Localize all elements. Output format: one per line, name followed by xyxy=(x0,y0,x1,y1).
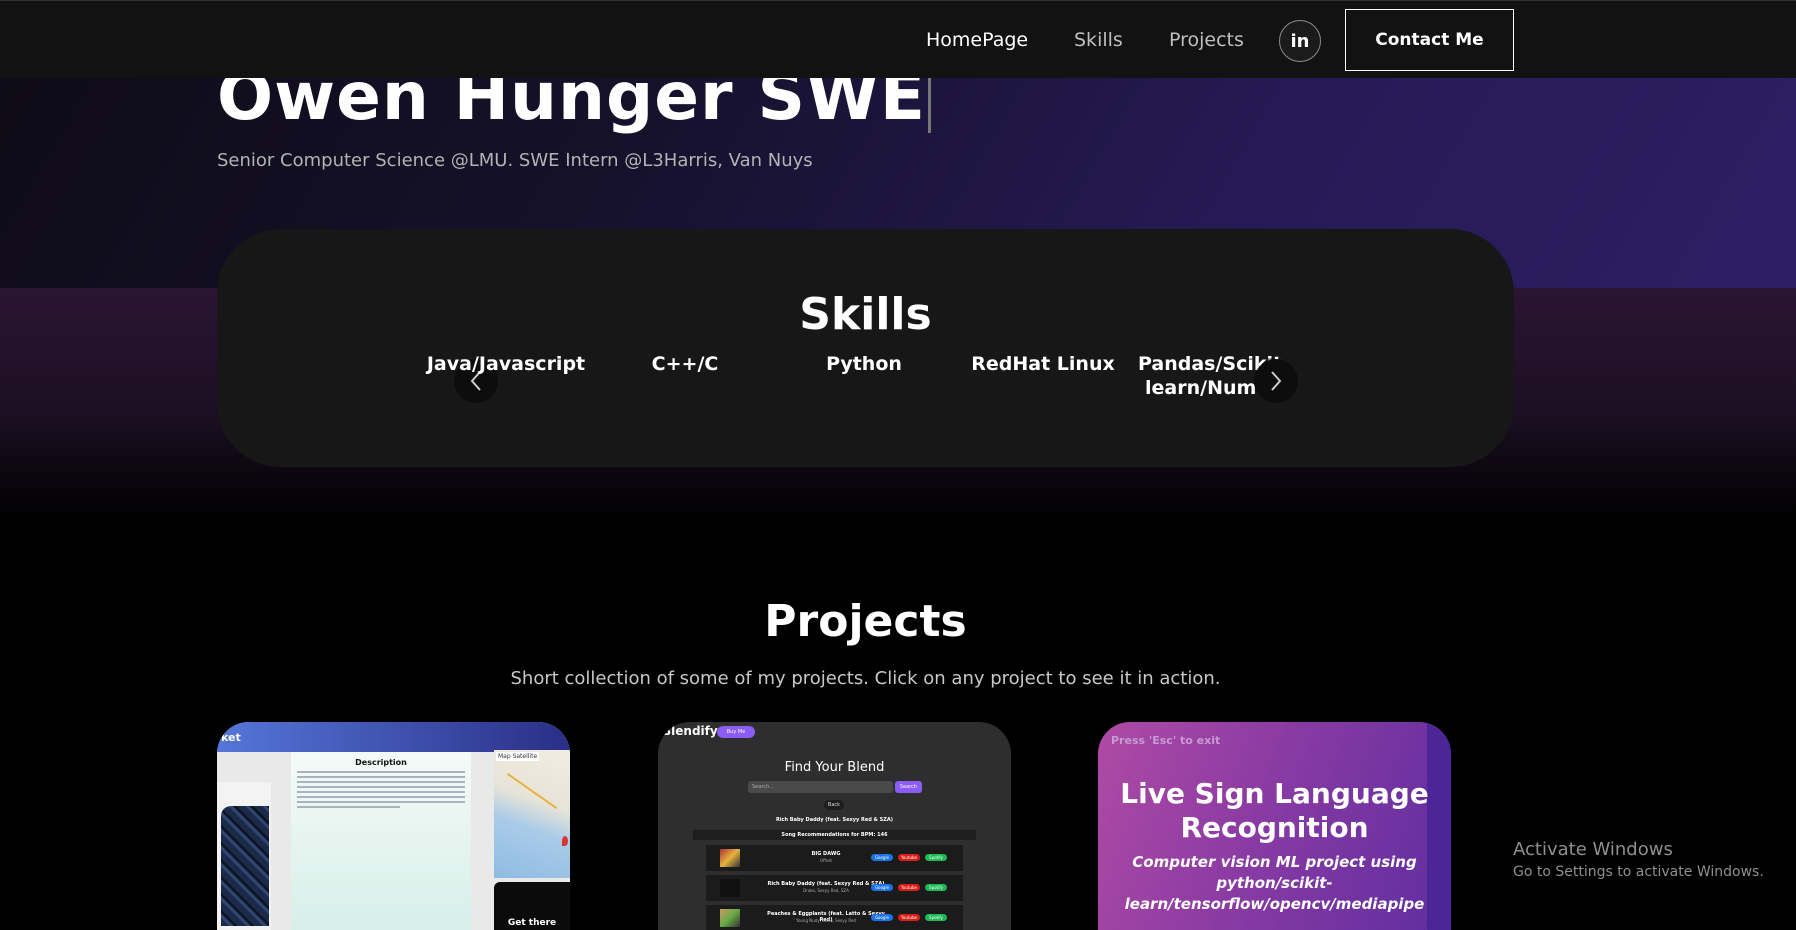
skills-card: Skills Java/Javascript C++/C Python RedH… xyxy=(217,229,1514,467)
track-artist: Drake, Sexyy Red, SZA xyxy=(803,888,849,893)
nav-link-skills[interactable]: Skills xyxy=(1074,29,1123,51)
google-button: Google xyxy=(871,914,893,921)
text-line xyxy=(297,801,465,803)
back-button: Back xyxy=(824,800,844,810)
description-panel: Description xyxy=(291,752,471,930)
activate-windows-title: Activate Windows xyxy=(1513,839,1673,860)
google-button: Google xyxy=(871,854,893,861)
current-song: Rich Baby Daddy (feat. Sexyy Red & SZA) xyxy=(775,817,894,823)
text-line xyxy=(297,791,465,793)
buy-me-pill: Buy Me xyxy=(717,726,755,738)
spotify-button: Spotify xyxy=(925,914,947,921)
text-line xyxy=(297,771,465,773)
skills-title: Skills xyxy=(799,289,932,340)
map-thumbnail: Map Satellite xyxy=(494,750,570,878)
text-line xyxy=(297,776,465,778)
search-button: Search xyxy=(895,781,922,793)
linkedin-icon-label: in xyxy=(1290,30,1310,52)
album-art xyxy=(720,849,740,867)
esc-hint: Press 'Esc' to exit xyxy=(1111,734,1221,747)
map-road xyxy=(506,772,558,810)
projects-description: Short collection of some of my projects.… xyxy=(510,668,1221,689)
project-description: Computer vision ML project using python/… xyxy=(1124,853,1425,913)
skill-item: Python xyxy=(826,353,902,375)
navbar: HomePage Skills Projects in Contact Me xyxy=(0,0,1796,78)
track-row: BIG DAWG Offset Google Youtube Spotify xyxy=(706,845,963,871)
album-art xyxy=(720,909,740,927)
track-row: Rich Baby Daddy (feat. Sexyy Red & SZA) … xyxy=(706,875,963,901)
skill-item: Java/Javascript xyxy=(426,353,586,375)
chevron-right-icon[interactable] xyxy=(1254,359,1298,403)
album-art xyxy=(720,879,740,897)
shirt-image xyxy=(221,806,269,926)
google-button: Google xyxy=(871,884,893,891)
track-row: Peaches & Eggplants (feat. Latto & Sexyy… xyxy=(706,905,963,930)
track-artist: Young Nudy, Latto, Sexyy Red xyxy=(796,918,856,923)
spotify-button: Spotify xyxy=(925,884,947,891)
find-blend-heading: Find Your Blend xyxy=(784,760,885,775)
map-pin-icon xyxy=(562,836,568,846)
project-card-blendify[interactable]: Blendify Buy Me Find Your Blend Search..… xyxy=(658,722,1011,930)
track-title: Rich Baby Daddy (feat. Sexyy Red & SZA) xyxy=(767,881,885,887)
track-title: BIG DAWG xyxy=(811,851,841,857)
track-artist: Offset xyxy=(819,858,833,863)
contact-me-button[interactable]: Contact Me xyxy=(1345,9,1514,71)
spotify-button: Spotify xyxy=(925,854,947,861)
linkedin-icon[interactable]: in xyxy=(1279,20,1321,62)
text-line xyxy=(297,796,465,798)
skill-item: C++/C xyxy=(651,353,719,375)
nav-link-projects[interactable]: Projects xyxy=(1169,29,1244,51)
project-card-market[interactable]: ket Description Map Satellite Get there xyxy=(217,722,570,930)
youtube-button: Youtube xyxy=(898,884,920,891)
youtube-button: Youtube xyxy=(898,914,920,921)
project-title: Live Sign Language Recognition xyxy=(1120,777,1429,844)
project-card-sign-language[interactable]: Press 'Esc' to exit Live Sign Language R… xyxy=(1098,722,1451,930)
nav-link-homepage[interactable]: HomePage xyxy=(926,29,1028,51)
typing-caret xyxy=(927,68,931,133)
text-line xyxy=(297,786,465,788)
get-there-label: Get there xyxy=(507,918,557,928)
map-tabs: Map Satellite xyxy=(496,752,540,761)
text-line xyxy=(297,781,465,783)
activate-windows-subtitle: Go to Settings to activate Windows. xyxy=(1513,864,1764,880)
hero-subtitle: Senior Computer Science @LMU. SWE Intern… xyxy=(217,150,813,171)
text-line xyxy=(297,806,401,808)
skill-item: RedHat Linux xyxy=(971,353,1115,375)
recommendations-header: Song Recommendations for BPM: 146 xyxy=(693,830,976,840)
search-input: Search... xyxy=(748,781,893,793)
projects-title: Projects xyxy=(764,596,967,647)
youtube-button: Youtube xyxy=(898,854,920,861)
card-header: ket xyxy=(217,722,570,752)
blendify-brand: Blendify xyxy=(662,724,718,738)
description-title: Description xyxy=(355,758,407,767)
